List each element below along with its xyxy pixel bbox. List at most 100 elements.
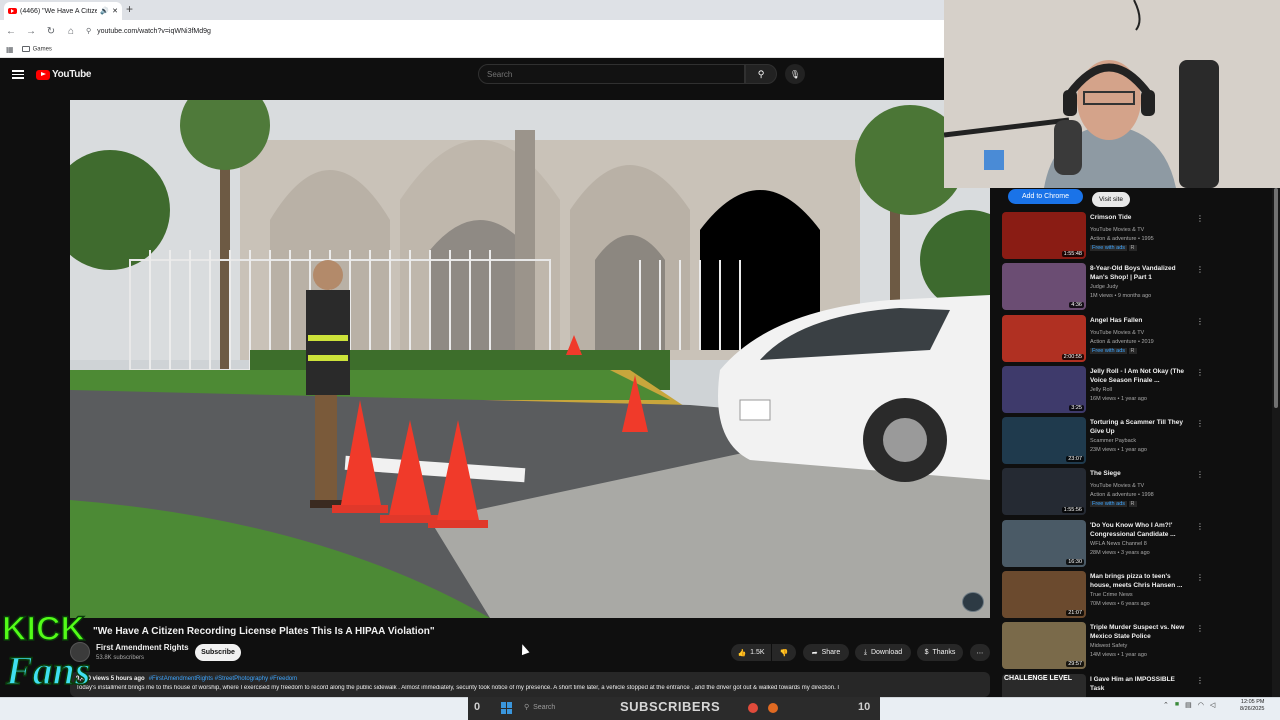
free-with-ads-badge: Free with ads	[1090, 347, 1128, 354]
recommendation-thumbnail[interactable]: 16:30	[1002, 519, 1086, 567]
recommendation-thumbnail[interactable]: 4:36	[1002, 263, 1086, 311]
subscribe-button[interactable]: Subscribe	[195, 644, 241, 661]
more-vertical-icon[interactable]: ⋮	[1196, 317, 1204, 326]
search-button[interactable]: ⚲	[745, 64, 777, 84]
recommendation-item[interactable]: 2:00:55 Angel Has Fallen YouTube Movies …	[1002, 314, 1210, 366]
volume-icon[interactable]: ◁	[1210, 701, 1215, 709]
more-vertical-icon[interactable]: ⋮	[1196, 573, 1204, 582]
recommendation-meta: Action & adventure • 1998	[1090, 492, 1154, 499]
back-arrow-icon[interactable]: ←	[6, 26, 16, 37]
bookmark-folder-games[interactable]: Games	[21, 46, 52, 53]
new-tab-button[interactable]: +	[126, 2, 133, 16]
thanks-button[interactable]: $ Thanks	[917, 644, 963, 661]
kick-fans-logo-art: KICK Fans	[1, 609, 91, 694]
sidebar-scrollbar[interactable]	[1274, 188, 1278, 408]
thumbs-down-icon: 👎	[779, 649, 789, 657]
taskbar-app-icon[interactable]	[748, 703, 758, 713]
forward-arrow-icon[interactable]: →	[26, 26, 36, 37]
recommendation-thumbnail[interactable]: 2:00:55	[1002, 314, 1086, 362]
video-frame-scene	[70, 100, 990, 618]
recommendation-item[interactable]: 23:07 Torturing a Scammer Till They Give…	[1002, 417, 1210, 468]
more-vertical-icon[interactable]: ⋮	[1196, 419, 1204, 428]
recommendation-item[interactable]: 29:57 Triple Murder Suspect vs. New Mexi…	[1002, 622, 1210, 673]
recommendation-title: Man brings pizza to teen's house, meets …	[1090, 573, 1183, 590]
search-input[interactable]	[487, 69, 744, 79]
recommendations-list: 1:55:48 Crimson Tide YouTube Movies & TV…	[1002, 212, 1210, 720]
reload-icon[interactable]: ↻	[46, 26, 56, 37]
recommendation-title: Torturing a Scammer Till They Give Up	[1090, 419, 1183, 436]
tab-close-icon[interactable]: ✕	[112, 7, 118, 15]
recommendation-thumbnail[interactable]: 1:55:56	[1002, 468, 1086, 516]
search-box[interactable]	[478, 64, 745, 84]
kick-fans-logo: KICK Fans	[0, 606, 95, 696]
right-counter: 10	[858, 701, 871, 713]
video-player[interactable]	[70, 100, 990, 618]
hashtags[interactable]: #FirstAmendmentRights #StreetPhotography…	[149, 676, 297, 682]
taskbar-app-icon[interactable]	[768, 703, 778, 713]
app-tray-icon[interactable]: ■	[1175, 701, 1179, 709]
more-actions-button[interactable]: ⋯	[970, 644, 990, 661]
recommendation-item[interactable]: 21:07 Man brings pizza to teen's house, …	[1002, 571, 1210, 622]
site-info-icon[interactable]: ⚲	[86, 27, 91, 35]
wifi-icon[interactable]: ◠	[1198, 701, 1204, 709]
home-icon[interactable]: ⌂	[66, 26, 76, 37]
taskbar-search[interactable]: ⚲ Search	[524, 703, 555, 712]
more-vertical-icon[interactable]: ⋮	[1196, 368, 1204, 377]
hamburger-menu-icon[interactable]	[12, 68, 24, 80]
recommendation-thumbnail[interactable]: 3:25	[1002, 365, 1086, 413]
tab-audio-icon[interactable]: 🔊	[100, 7, 109, 15]
description-box[interactable]: 9,440 views 5 hours ago #FirstAmendmentR…	[70, 672, 990, 697]
free-with-ads-badge: Free with ads	[1090, 245, 1128, 251]
recommendation-thumbnail[interactable]: 29:57	[1002, 622, 1086, 670]
recommendation-meta: 28M views • 3 years ago	[1090, 549, 1150, 556]
add-to-chrome-button[interactable]: Add to Chrome	[1008, 189, 1083, 204]
more-vertical-icon[interactable]: ⋮	[1196, 265, 1204, 274]
more-vertical-icon[interactable]: ⋮	[1196, 470, 1204, 479]
windows-start-icon[interactable]	[501, 702, 513, 714]
address-bar[interactable]: ⚲ youtube.com/watch?v=iqWNi3fMd9g	[86, 23, 936, 39]
system-clock[interactable]: 12:05 PM 8/26/2025	[1240, 699, 1264, 713]
recommendation-thumbnail[interactable]: 21:07	[1002, 571, 1086, 619]
recommendation-item[interactable]: 3:25 Jelly Roll - I Am Not Okay (The Voi…	[1002, 365, 1210, 417]
kick-word: KICK	[2, 610, 86, 648]
more-vertical-icon[interactable]: ⋮	[1196, 624, 1204, 633]
share-button[interactable]: ➦ Share	[803, 644, 849, 661]
visit-site-button[interactable]: Visit site	[1092, 192, 1130, 207]
chevron-up-icon[interactable]: ⌃	[1163, 701, 1169, 709]
recommendation-item[interactable]: 1:55:48 Crimson Tide YouTube Movies & TV…	[1002, 212, 1210, 263]
apps-grid-icon[interactable]: ▦	[6, 45, 14, 54]
more-vertical-icon[interactable]: ⋮	[1196, 214, 1204, 223]
more-vertical-icon[interactable]: ⋮	[1196, 522, 1204, 531]
recommendation-meta: 1M views • 9 months ago	[1090, 293, 1152, 300]
clock-date: 8/26/2025	[1240, 706, 1265, 712]
channel-name[interactable]: First Amendment Rights	[96, 643, 189, 652]
recommendation-channel: YouTube Movies & TV	[1090, 227, 1145, 233]
recommendation-thumbnail[interactable]: 1:55:48	[1002, 212, 1086, 259]
recommendation-channel: YouTube Movies & TV	[1090, 483, 1145, 490]
youtube-logo[interactable]: YouTube	[36, 69, 92, 80]
voice-search-button[interactable]: 🎙	[785, 64, 805, 84]
duration-badge: 3:25	[1069, 404, 1084, 411]
browser-toolbar: ← → ↻ ⌂ ⚲ youtube.com/watch?v=iqWNi3fMd9…	[0, 20, 944, 42]
youtube-play-icon	[36, 69, 50, 80]
recommendation-item[interactable]: 16:30 'Do You Know Who I Am?!' Congressi…	[1002, 519, 1210, 571]
browser-tab-active[interactable]: (4466) "We Have A Citizen R 🔊 ✕	[4, 2, 122, 20]
download-button[interactable]: ⤓ Download	[855, 644, 911, 661]
dislike-button[interactable]: 👎	[772, 644, 796, 661]
recommendation-meta: Action & adventure • 2019	[1090, 338, 1154, 345]
network-icon[interactable]: ▤	[1185, 701, 1192, 709]
more-vertical-icon[interactable]: ⋮	[1196, 676, 1204, 685]
video-channel-watermark	[962, 592, 984, 612]
browser-tab-bar: (4466) "We Have A Citizen R 🔊 ✕ +	[0, 0, 944, 20]
recommendation-thumbnail[interactable]: 23:07	[1002, 417, 1086, 465]
duration-badge: 21:07	[1066, 610, 1084, 617]
recommendation-item[interactable]: 4:36 8-Year-Old Boys Vandalized Man's Sh…	[1002, 263, 1210, 314]
bookmarks-bar: ▦ Games	[0, 42, 944, 58]
free-with-ads-badge: Free with ads	[1090, 501, 1128, 508]
recommendation-channel: YouTube Movies & TV	[1090, 329, 1145, 336]
more-horizontal-icon: ⋯	[976, 649, 984, 657]
like-button[interactable]: 👍 1.5K	[731, 644, 771, 661]
recommendation-channel: Midwest Safety	[1090, 643, 1128, 650]
recommendation-item[interactable]: 1:55:56 The Siege YouTube Movies & TV Ac…	[1002, 468, 1210, 519]
channel-subscriber-count: 53.8K subscribers	[96, 655, 145, 661]
